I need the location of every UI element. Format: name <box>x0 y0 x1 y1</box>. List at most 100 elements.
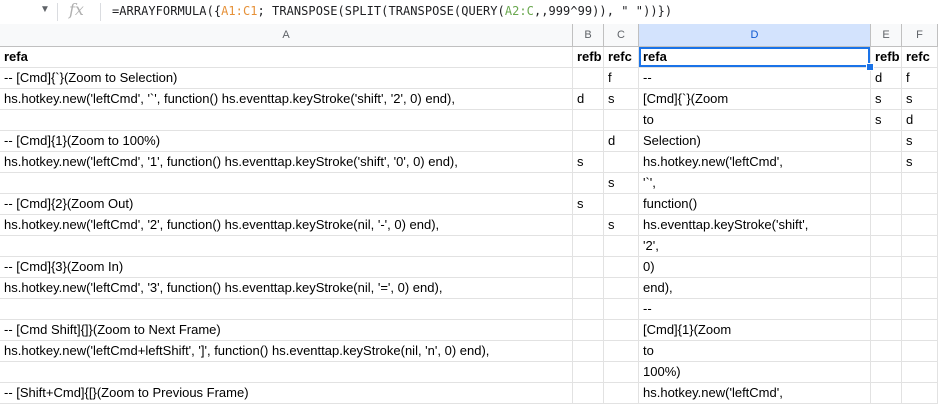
cell-f3[interactable]: s <box>902 89 938 110</box>
cell-a7[interactable] <box>0 173 573 194</box>
cell-c2[interactable]: f <box>604 68 639 89</box>
cell-f16[interactable] <box>902 362 938 383</box>
cell-d16[interactable]: 100%) <box>639 362 871 383</box>
cell-e7[interactable] <box>871 173 902 194</box>
cell-c1[interactable]: refc <box>604 47 639 68</box>
cell-a10[interactable] <box>0 236 573 257</box>
cell-b15[interactable] <box>573 341 604 362</box>
column-header-b[interactable]: B <box>573 24 604 47</box>
cell-b8[interactable]: s <box>573 194 604 215</box>
cell-d17[interactable]: hs.hotkey.new('leftCmd', <box>639 383 871 404</box>
cell-d5[interactable]: Selection) <box>639 131 871 152</box>
cell-d9[interactable]: hs.eventtap.keyStroke('shift', <box>639 215 871 236</box>
cell-a9[interactable]: hs.hotkey.new('leftCmd', '2', function()… <box>0 215 573 236</box>
cell-a11[interactable]: -- [Cmd]{3}(Zoom In) <box>0 257 573 278</box>
cell-a13[interactable] <box>0 299 573 320</box>
cell-d11[interactable]: 0) <box>639 257 871 278</box>
cell-c16[interactable] <box>604 362 639 383</box>
cell-a6[interactable]: hs.hotkey.new('leftCmd', '1', function()… <box>0 152 573 173</box>
cell-b1[interactable]: refb <box>573 47 604 68</box>
cell-a12[interactable]: hs.hotkey.new('leftCmd', '3', function()… <box>0 278 573 299</box>
cell-c8[interactable] <box>604 194 639 215</box>
cell-d4[interactable]: to <box>639 110 871 131</box>
cell-c10[interactable] <box>604 236 639 257</box>
cell-f10[interactable] <box>902 236 938 257</box>
column-header-a[interactable]: A <box>0 24 573 47</box>
cell-c4[interactable] <box>604 110 639 131</box>
cell-f11[interactable] <box>902 257 938 278</box>
cell-e16[interactable] <box>871 362 902 383</box>
cell-a17[interactable]: -- [Shift+Cmd]{[}(Zoom to Previous Frame… <box>0 383 573 404</box>
cell-f14[interactable] <box>902 320 938 341</box>
cell-e1[interactable]: refb <box>871 47 902 68</box>
cell-c15[interactable] <box>604 341 639 362</box>
column-header-d[interactable]: D <box>639 24 871 47</box>
cell-c5[interactable]: d <box>604 131 639 152</box>
cell-d7[interactable]: '`', <box>639 173 871 194</box>
chevron-down-icon[interactable]: ▼ <box>40 4 50 15</box>
cell-e6[interactable] <box>871 152 902 173</box>
cell-e15[interactable] <box>871 341 902 362</box>
cell-a14[interactable]: -- [Cmd Shift]{]}(Zoom to Next Frame) <box>0 320 573 341</box>
cell-e2[interactable]: d <box>871 68 902 89</box>
cell-e14[interactable] <box>871 320 902 341</box>
cell-d3[interactable]: [Cmd]{`}(Zoom <box>639 89 871 110</box>
cell-b10[interactable] <box>573 236 604 257</box>
cell-e9[interactable] <box>871 215 902 236</box>
cell-e8[interactable] <box>871 194 902 215</box>
cell-d6[interactable]: hs.hotkey.new('leftCmd', <box>639 152 871 173</box>
cell-f2[interactable]: f <box>902 68 938 89</box>
cell-d8[interactable]: function() <box>639 194 871 215</box>
cell-f4[interactable]: d <box>902 110 938 131</box>
cell-b7[interactable] <box>573 173 604 194</box>
cell-a8[interactable]: -- [Cmd]{2}(Zoom Out) <box>0 194 573 215</box>
cell-c13[interactable] <box>604 299 639 320</box>
cell-d2[interactable]: -- <box>639 68 871 89</box>
cell-b17[interactable] <box>573 383 604 404</box>
fill-handle[interactable] <box>866 63 874 71</box>
cell-d14[interactable]: [Cmd]{1}(Zoom <box>639 320 871 341</box>
cell-f7[interactable] <box>902 173 938 194</box>
cell-d1[interactable]: refa <box>639 47 871 68</box>
column-header-e[interactable]: E <box>871 24 902 47</box>
cell-a1[interactable]: refa <box>0 47 573 68</box>
cell-b5[interactable] <box>573 131 604 152</box>
cell-c9[interactable]: s <box>604 215 639 236</box>
cell-e12[interactable] <box>871 278 902 299</box>
cell-e13[interactable] <box>871 299 902 320</box>
cell-e4[interactable]: s <box>871 110 902 131</box>
cell-c7[interactable]: s <box>604 173 639 194</box>
cell-c17[interactable] <box>604 383 639 404</box>
cell-f17[interactable] <box>902 383 938 404</box>
cell-d10[interactable]: '2', <box>639 236 871 257</box>
cell-c6[interactable] <box>604 152 639 173</box>
cell-a5[interactable]: -- [Cmd]{1}(Zoom to 100%) <box>0 131 573 152</box>
cell-d12[interactable]: end), <box>639 278 871 299</box>
cell-d15[interactable]: to <box>639 341 871 362</box>
column-header-c[interactable]: C <box>604 24 639 47</box>
cell-e17[interactable] <box>871 383 902 404</box>
cell-b12[interactable] <box>573 278 604 299</box>
cell-b11[interactable] <box>573 257 604 278</box>
cell-c12[interactable] <box>604 278 639 299</box>
cell-d13[interactable]: -- <box>639 299 871 320</box>
cell-e5[interactable] <box>871 131 902 152</box>
cell-b2[interactable] <box>573 68 604 89</box>
cell-f6[interactable]: s <box>902 152 938 173</box>
cell-b6[interactable]: s <box>573 152 604 173</box>
cell-f12[interactable] <box>902 278 938 299</box>
cell-b9[interactable] <box>573 215 604 236</box>
cell-f1[interactable]: refc <box>902 47 938 68</box>
cell-b4[interactable] <box>573 110 604 131</box>
cell-b16[interactable] <box>573 362 604 383</box>
cell-e11[interactable] <box>871 257 902 278</box>
cell-f8[interactable] <box>902 194 938 215</box>
cell-a2[interactable]: -- [Cmd]{`}(Zoom to Selection) <box>0 68 573 89</box>
cell-f13[interactable] <box>902 299 938 320</box>
cell-b3[interactable]: d <box>573 89 604 110</box>
cell-f9[interactable] <box>902 215 938 236</box>
formula-input[interactable]: =ARRAYFORMULA({A1:C1; TRANSPOSE(SPLIT(TR… <box>112 4 672 18</box>
cell-f15[interactable] <box>902 341 938 362</box>
cell-f5[interactable]: s <box>902 131 938 152</box>
cell-e10[interactable] <box>871 236 902 257</box>
